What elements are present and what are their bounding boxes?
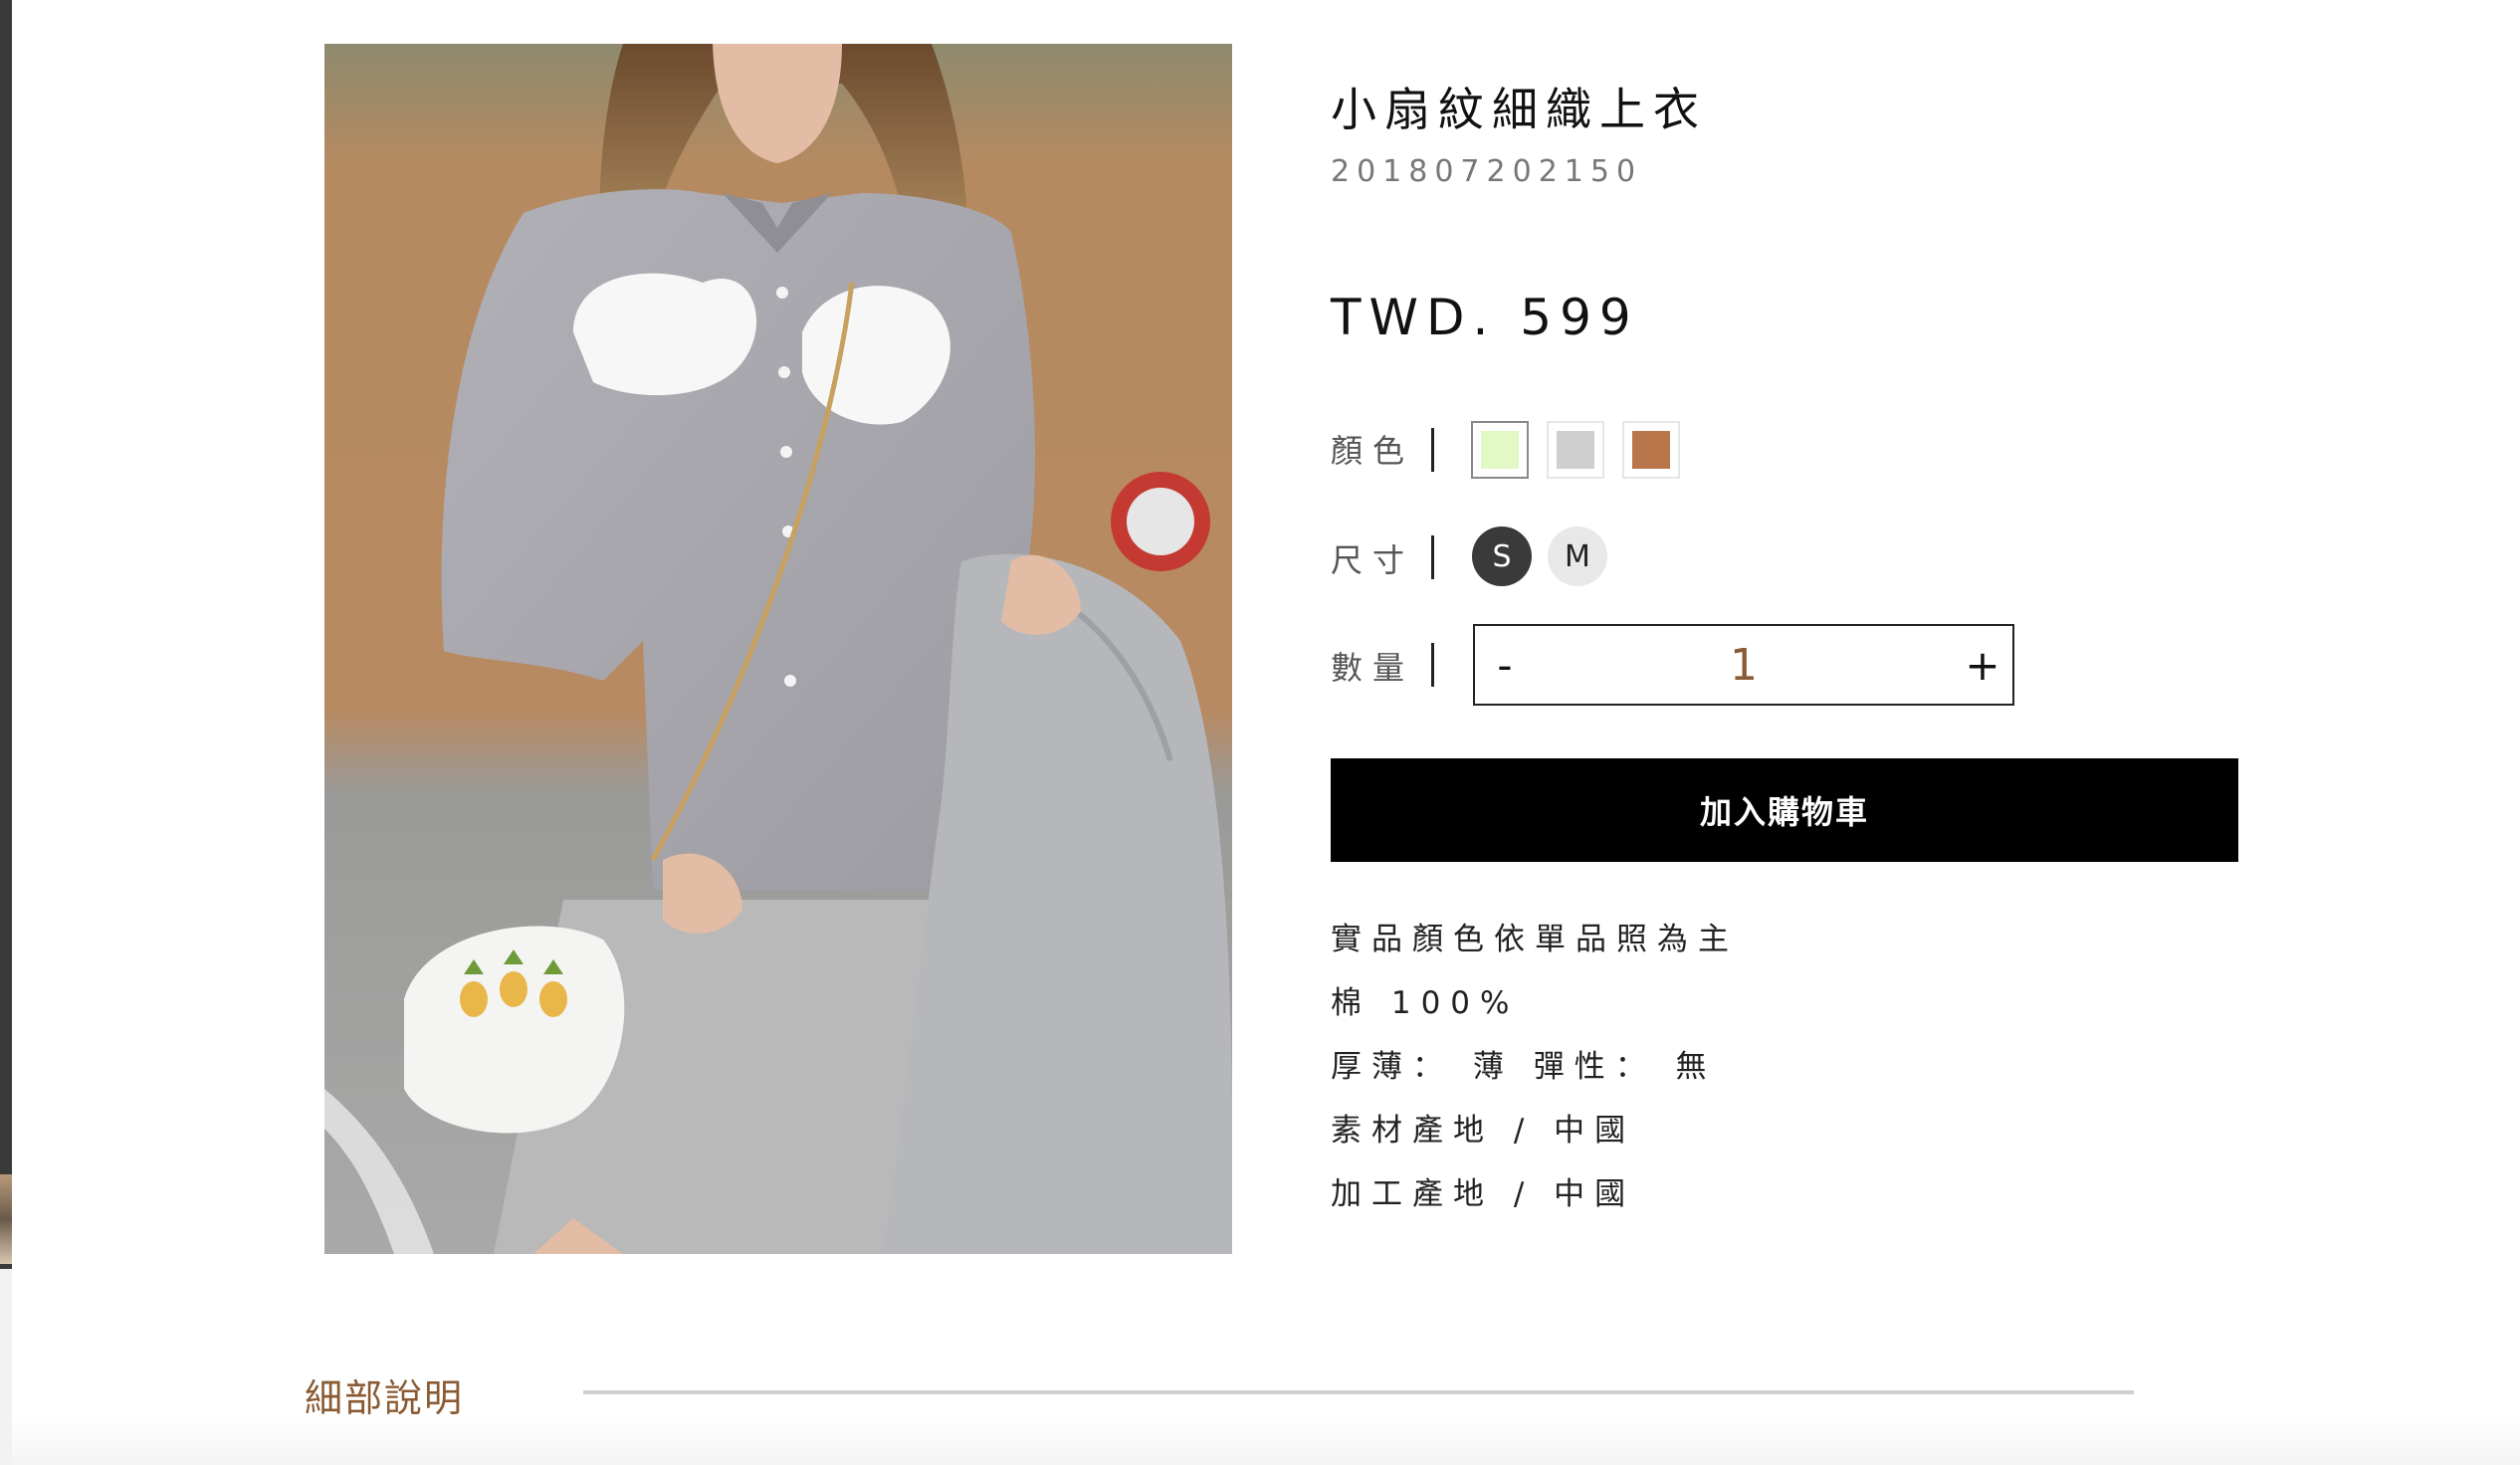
color-swatch-brown[interactable]: [1622, 421, 1680, 479]
browser-left-edge: [0, 0, 12, 1465]
product-title: 小扇紋細織上衣: [1331, 83, 1707, 136]
color-divider: [1431, 428, 1434, 472]
color-chip: [1632, 431, 1670, 469]
add-to-cart-button[interactable]: 加入購物車: [1331, 758, 2238, 862]
color-chip: [1557, 431, 1594, 469]
detail-line: 棉 100%: [1331, 985, 1520, 1021]
quantity-increment-button[interactable]: +: [1953, 626, 2012, 704]
quantity-decrement-button[interactable]: -: [1475, 626, 1535, 704]
bottom-fade: [12, 1415, 2520, 1465]
quantity-value[interactable]: 1: [1535, 626, 1953, 704]
quantity-divider: [1431, 643, 1434, 687]
product-photo: [324, 44, 1232, 1254]
size-label: 尺寸: [1331, 541, 1415, 579]
color-label: 顏色: [1331, 432, 1415, 470]
color-swatch-gray[interactable]: [1547, 421, 1604, 479]
product-price: TWD. 599: [1331, 289, 1639, 346]
size-divider: [1431, 535, 1434, 579]
size-option-m[interactable]: M: [1548, 526, 1607, 586]
quantity-label: 數量: [1331, 649, 1415, 687]
section-divider: [583, 1390, 2134, 1394]
detail-section-title: 細部說明: [305, 1376, 465, 1420]
color-swatch-light-green[interactable]: [1471, 421, 1529, 479]
product-sku: 201807202150: [1331, 154, 1643, 189]
size-option-s[interactable]: S: [1472, 526, 1532, 586]
edge-thumbnail: [0, 1174, 12, 1264]
edge-panel: [0, 1269, 12, 1465]
color-chip: [1481, 431, 1519, 469]
detail-line: 加工產地 / 中國: [1331, 1176, 1636, 1212]
quantity-stepper: - 1 +: [1473, 624, 2014, 706]
detail-line: 素材產地 / 中國: [1331, 1113, 1636, 1149]
detail-line: 厚薄： 薄 彈性： 無: [1331, 1049, 1717, 1085]
detail-line: 實品顏色依單品照為主: [1331, 922, 1739, 957]
